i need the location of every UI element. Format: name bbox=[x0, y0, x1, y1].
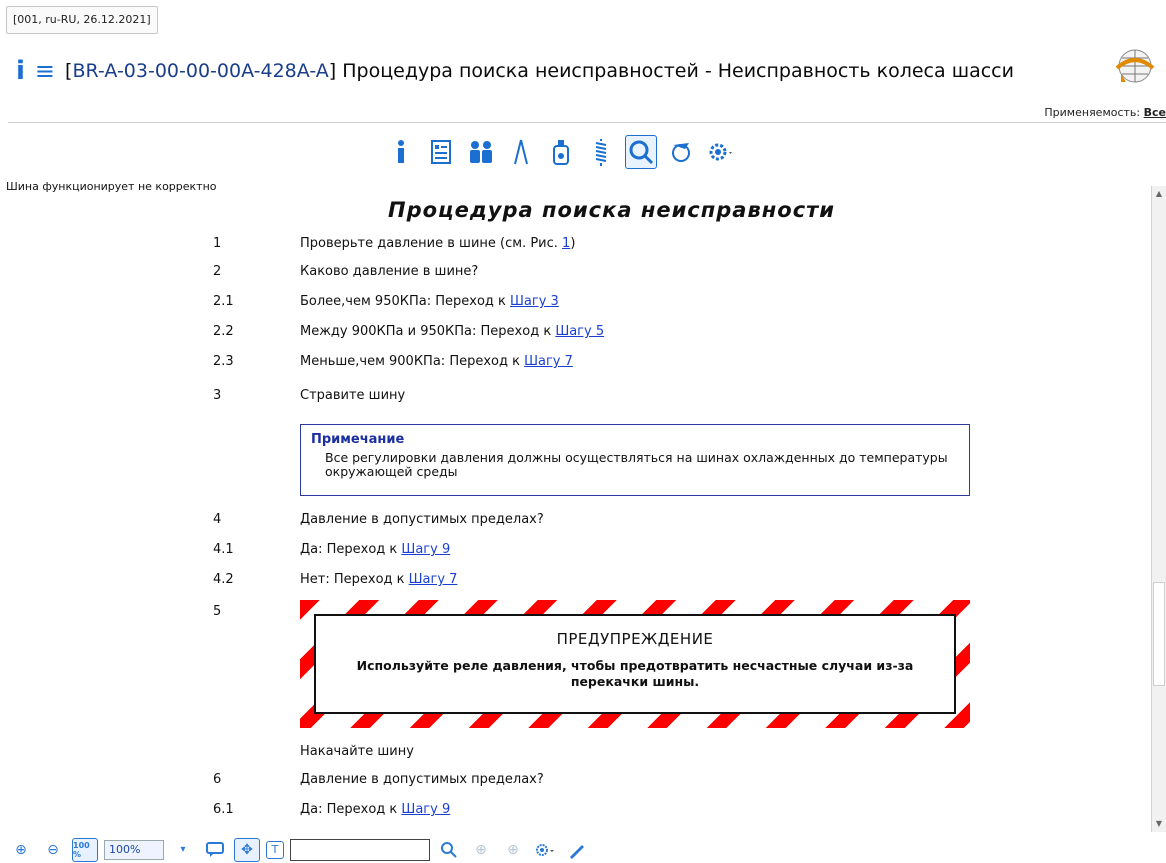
zoom-out-icon[interactable]: ⊖ bbox=[40, 838, 66, 862]
bottle-icon[interactable] bbox=[545, 135, 577, 169]
note-title: Примечание bbox=[311, 432, 405, 447]
scroll-thumb[interactable] bbox=[1153, 582, 1165, 686]
scroll-down-icon[interactable]: ▼ bbox=[1152, 816, 1166, 832]
scroll-up-icon[interactable]: ▲ bbox=[1152, 186, 1166, 202]
content-toolbar bbox=[385, 130, 737, 174]
search-input[interactable] bbox=[290, 838, 430, 861]
step-link[interactable]: Шагу 3 bbox=[510, 294, 559, 309]
warning-title: ПРЕДУПРЕЖДЕНИЕ bbox=[556, 630, 714, 648]
cals-logo-icon bbox=[1115, 49, 1155, 83]
document-context: [001, ru-RU, 26.12.2021] bbox=[6, 6, 158, 34]
step-link[interactable]: Шагу 9 bbox=[401, 802, 450, 817]
note-text: Все регулировки давления должны осуществ… bbox=[325, 450, 948, 479]
document-header: i ≡ [BR-A-03-00-00-00A-428A-A] Процедура… bbox=[16, 54, 1096, 88]
note-box: Примечание Все регулировки давления долж… bbox=[300, 424, 970, 496]
applicability: Применяемость: Все bbox=[1044, 106, 1166, 119]
satellite-icon[interactable] bbox=[665, 135, 697, 169]
applicability-value-link[interactable]: Все bbox=[1144, 106, 1166, 119]
people-icon[interactable] bbox=[465, 135, 497, 169]
settings-icon[interactable] bbox=[705, 135, 737, 169]
bottom-toolbar: ⊕ ⊖ 100 % 100% ▾ ✥ T ⊕ ⊕ bbox=[0, 836, 1166, 863]
search-icon[interactable] bbox=[436, 838, 462, 862]
warning-inner: ПРЕДУПРЕЖДЕНИЕ Используйте реле давления… bbox=[314, 614, 956, 714]
tools-icon[interactable] bbox=[505, 135, 537, 169]
menu-icon[interactable]: ≡ bbox=[35, 59, 55, 83]
document-list-icon[interactable] bbox=[425, 135, 457, 169]
comment-icon[interactable] bbox=[202, 838, 228, 862]
text-select-icon[interactable]: T bbox=[266, 840, 284, 859]
pan-icon[interactable]: ✥ bbox=[234, 837, 260, 862]
zoom-100-icon[interactable]: 100 % bbox=[72, 837, 98, 862]
zoom-select[interactable]: 100% bbox=[104, 839, 164, 860]
chevron-down-icon[interactable]: ▾ bbox=[170, 838, 196, 862]
document-title: [BR-A-03-00-00-00A-428A-A] Процедура пои… bbox=[65, 60, 1014, 82]
next-result-icon[interactable]: ⊕ bbox=[500, 838, 526, 862]
settings-icon[interactable] bbox=[532, 838, 558, 862]
step-link[interactable]: Шагу 7 bbox=[524, 354, 573, 369]
info-tool-button[interactable] bbox=[385, 135, 417, 169]
vertical-scrollbar[interactable]: ▲ ▼ bbox=[1151, 186, 1166, 832]
warning-text: Используйте реле давления, чтобы предотв… bbox=[356, 658, 914, 689]
document-code: BR-A-03-00-00-00A-428A-A bbox=[72, 60, 329, 82]
spring-icon[interactable] bbox=[585, 135, 617, 169]
procedure-title: Процедура поиска неисправности bbox=[388, 198, 836, 222]
search-zoom-icon[interactable] bbox=[625, 135, 657, 169]
procedure-content: Процедура поиска неисправности 1 Проверь… bbox=[8, 186, 1142, 832]
zoom-in-icon[interactable]: ⊕ bbox=[8, 838, 34, 862]
header-divider bbox=[8, 122, 1166, 123]
previous-result-icon[interactable]: ⊕ bbox=[468, 838, 494, 862]
step-link[interactable]: Шагу 5 bbox=[555, 324, 604, 339]
step-link[interactable]: Шагу 9 bbox=[401, 542, 450, 557]
pen-icon[interactable] bbox=[564, 838, 590, 862]
warning-box: ПРЕДУПРЕЖДЕНИЕ Используйте реле давления… bbox=[300, 600, 970, 728]
step-link[interactable]: Шагу 7 bbox=[409, 572, 458, 587]
info-icon[interactable]: i bbox=[16, 58, 25, 84]
